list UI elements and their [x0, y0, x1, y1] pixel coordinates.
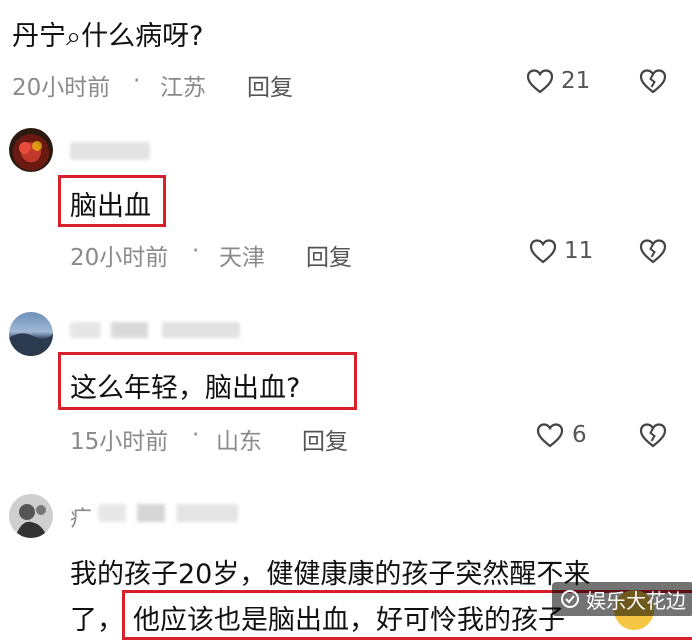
reply-1-like-count: 11: [564, 238, 594, 264]
watermark-logo-icon: [561, 590, 579, 608]
broken-heart-icon: [639, 239, 667, 264]
meta-dot: ·: [192, 238, 200, 264]
avatar[interactable]: [9, 128, 53, 172]
reply-3-text-line1: 我的孩子20岁，健健康康的孩子突然醒不来: [70, 559, 591, 590]
reply-2-like-count: 6: [572, 422, 587, 448]
reply-1-dislike-button[interactable]: [639, 238, 667, 264]
meta-dot: ·: [192, 422, 200, 448]
avatar[interactable]: [9, 312, 53, 356]
reply-1-reply-button[interactable]: 回复: [306, 238, 352, 272]
avatar-image: [19, 141, 42, 162]
reply-3-text-line2-prefix: 了，: [70, 605, 124, 636]
reply-1-text: 脑出血: [70, 191, 151, 222]
reply-2-time: 15小时前: [70, 429, 169, 455]
reply-2-location: 山东: [216, 429, 262, 455]
reply-2-text: 这么年轻，脑出血?: [70, 373, 301, 404]
top-comment-text: 丹宁⌕什么病呀?: [12, 21, 204, 52]
username-redacted: [98, 504, 238, 522]
watermark: 娱乐大花边: [552, 582, 692, 616]
top-comment-time: 20小时前: [12, 75, 111, 101]
reply-1-location: 天津: [219, 245, 265, 271]
top-comment-like-button[interactable]: [526, 68, 554, 94]
watermark-text: 娱乐大花边: [586, 588, 686, 613]
avatar[interactable]: [9, 494, 53, 538]
reply-1-time: 20小时前: [70, 245, 169, 271]
reply-3-username: 疒: [70, 507, 93, 532]
broken-heart-icon: [639, 423, 667, 448]
reply-1-like-button[interactable]: [529, 238, 557, 264]
avatar-image: [9, 333, 53, 356]
top-comment-reply-button[interactable]: 回复: [247, 68, 293, 102]
avatar-image: [9, 494, 53, 538]
username-redacted: [70, 142, 150, 160]
reply-2-reply-button[interactable]: 回复: [302, 422, 348, 456]
reply-2-like-button[interactable]: [536, 422, 564, 448]
username-redacted: [70, 322, 240, 338]
top-comment-like-count: 21: [561, 68, 591, 94]
top-comment-location: 江苏: [160, 75, 206, 101]
heart-icon: [529, 239, 557, 264]
meta-dot: ·: [133, 68, 141, 94]
reply-2-dislike-button[interactable]: [639, 422, 667, 448]
top-comment-dislike-button[interactable]: [639, 68, 667, 94]
heart-icon: [536, 423, 564, 448]
broken-heart-icon: [639, 69, 667, 94]
heart-icon: [526, 69, 554, 94]
reply-3-text-line2-highlighted: 他应该也是脑出血，好可怜我的孩子: [133, 605, 565, 636]
